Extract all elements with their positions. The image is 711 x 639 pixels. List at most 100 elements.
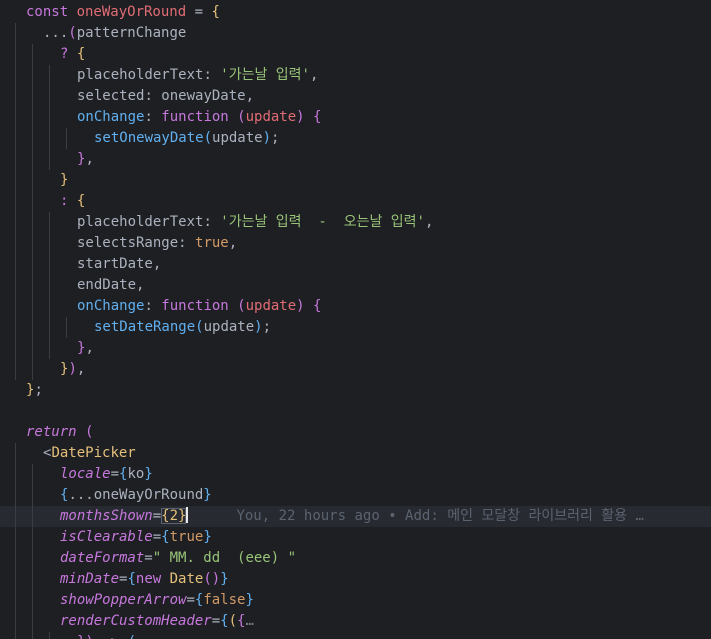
code-line[interactable]: startDate,	[0, 254, 711, 275]
indent-guide	[49, 338, 50, 359]
code-content: placeholderText: '가는날 입력 - 오는날 입력',	[77, 212, 433, 233]
code-line[interactable]: }),	[0, 359, 711, 380]
code-token: )	[254, 319, 263, 335]
code-line[interactable]: }) => (	[0, 632, 711, 639]
code-line[interactable]: };	[0, 380, 711, 401]
indent-guide	[15, 485, 16, 506]
code-line[interactable]: ? {	[0, 44, 711, 65]
code-line[interactable]: selected: onewayDate,	[0, 86, 711, 107]
indent-guide	[15, 527, 16, 548]
code-line[interactable]: }	[0, 170, 711, 191]
code-line[interactable]: const oneWayOrRound = {	[0, 2, 711, 23]
code-token: (	[128, 634, 136, 639]
indent-guide	[32, 506, 33, 527]
indent-guide	[32, 65, 33, 86]
code-line[interactable]: {...oneWayOrRound}	[0, 485, 711, 506]
indent-guide	[32, 170, 33, 191]
indent-guide	[32, 44, 33, 65]
code-token: (	[237, 298, 246, 314]
indent-guide	[15, 569, 16, 590]
code-token: }	[60, 172, 69, 188]
code-line[interactable]: },	[0, 338, 711, 359]
indent-guide	[15, 506, 16, 527]
code-token: : onewayDate,	[144, 88, 255, 104]
text-cursor	[186, 507, 189, 523]
code-token: '가는날 입력 - 오는날 입력'	[220, 214, 425, 230]
code-token: }	[203, 487, 212, 503]
code-content: ...(patternChange	[43, 23, 186, 44]
indent-guide	[32, 632, 33, 639]
code-line[interactable]: placeholderText: '가는날 입력',	[0, 65, 711, 86]
code-token: startDate,	[77, 256, 162, 272]
code-token: =	[144, 550, 153, 566]
indent-guide	[32, 275, 33, 296]
code-token: (	[195, 319, 204, 335]
code-token: (	[228, 613, 238, 629]
blame-author: You,	[236, 508, 271, 524]
code-content: isClearable={true}	[60, 527, 212, 548]
code-line[interactable]: onChange: function (update) {	[0, 296, 711, 317]
code-token: )	[296, 109, 305, 125]
indent-guide	[15, 296, 16, 317]
code-line[interactable]: setOnewayDate(update);	[0, 128, 711, 149]
code-line[interactable]: dateFormat=" MM. dd (eee) "	[0, 548, 711, 569]
code-line[interactable]	[0, 401, 711, 422]
code-line[interactable]: endDate,	[0, 275, 711, 296]
code-content: onChange: function (update) {	[77, 296, 321, 317]
code-token: function	[161, 298, 238, 314]
code-token: =	[152, 508, 162, 524]
code-line[interactable]: placeholderText: '가는날 입력 - 오는날 입력',	[0, 212, 711, 233]
code-token: ,	[85, 151, 94, 167]
code-token: :	[144, 109, 162, 125]
code-line[interactable]: ...(patternChange	[0, 23, 711, 44]
code-line[interactable]: isClearable={true}	[0, 527, 711, 548]
code-line[interactable]: onChange: function (update) {	[0, 107, 711, 128]
code-line[interactable]: : {	[0, 191, 711, 212]
indent-guide	[15, 107, 16, 128]
code-token: setOnewayDate	[94, 130, 204, 146]
code-token: =	[211, 613, 221, 629]
current-code-line[interactable]: monthsShown={2} You, 22 hours ago • Add: …	[0, 506, 711, 527]
code-content: endDate,	[77, 275, 144, 296]
code-token: DatePicker	[51, 445, 136, 461]
code-line[interactable]: renderCustomHeader={({…	[0, 611, 711, 632]
code-token: update	[203, 319, 255, 335]
code-token: }	[245, 592, 254, 608]
code-line[interactable]: return (	[0, 422, 711, 443]
code-content: return (	[26, 422, 93, 443]
indent-guide	[32, 128, 33, 149]
code-token: placeholderText	[77, 214, 204, 230]
indent-guide	[32, 590, 33, 611]
code-line[interactable]: selectsRange: true,	[0, 233, 711, 254]
code-content: <DatePicker	[43, 443, 136, 464]
code-line[interactable]: <DatePicker	[0, 443, 711, 464]
code-token: ?	[60, 46, 77, 62]
indent-guide	[32, 485, 33, 506]
indent-guide	[15, 233, 16, 254]
indent-guide	[15, 212, 16, 233]
code-token: ()	[203, 571, 221, 587]
code-content: showPopperArrow={false}	[60, 590, 254, 611]
code-line[interactable]: setDateRange(update);	[0, 317, 711, 338]
code-token: ,	[76, 361, 86, 377]
code-content: renderCustomHeader={({…	[60, 611, 254, 632]
code-token: ,	[309, 67, 319, 83]
code-token: selectsRange	[77, 235, 179, 251]
code-token: …	[245, 613, 254, 629]
code-token: endDate,	[77, 277, 145, 293]
code-editor[interactable]: const oneWayOrRound = {...(patternChange…	[0, 0, 711, 639]
code-line[interactable]: },	[0, 149, 711, 170]
indent-guide	[15, 170, 16, 191]
indent-guide	[15, 128, 16, 149]
git-blame-annotation[interactable]: You, 22 hours ago • Add: 메인 모달창 라이브러리 활용…	[236, 508, 643, 524]
indent-guide	[15, 359, 16, 380]
code-line[interactable]: minDate={new Date()}	[0, 569, 711, 590]
indent-guide	[49, 233, 50, 254]
code-token: =	[110, 466, 120, 482]
indent-guide	[15, 191, 16, 212]
code-token: monthsShown	[60, 508, 153, 524]
indent-guide	[15, 611, 16, 632]
code-line[interactable]: locale={ko}	[0, 464, 711, 485]
code-line[interactable]: showPopperArrow={false}	[0, 590, 711, 611]
